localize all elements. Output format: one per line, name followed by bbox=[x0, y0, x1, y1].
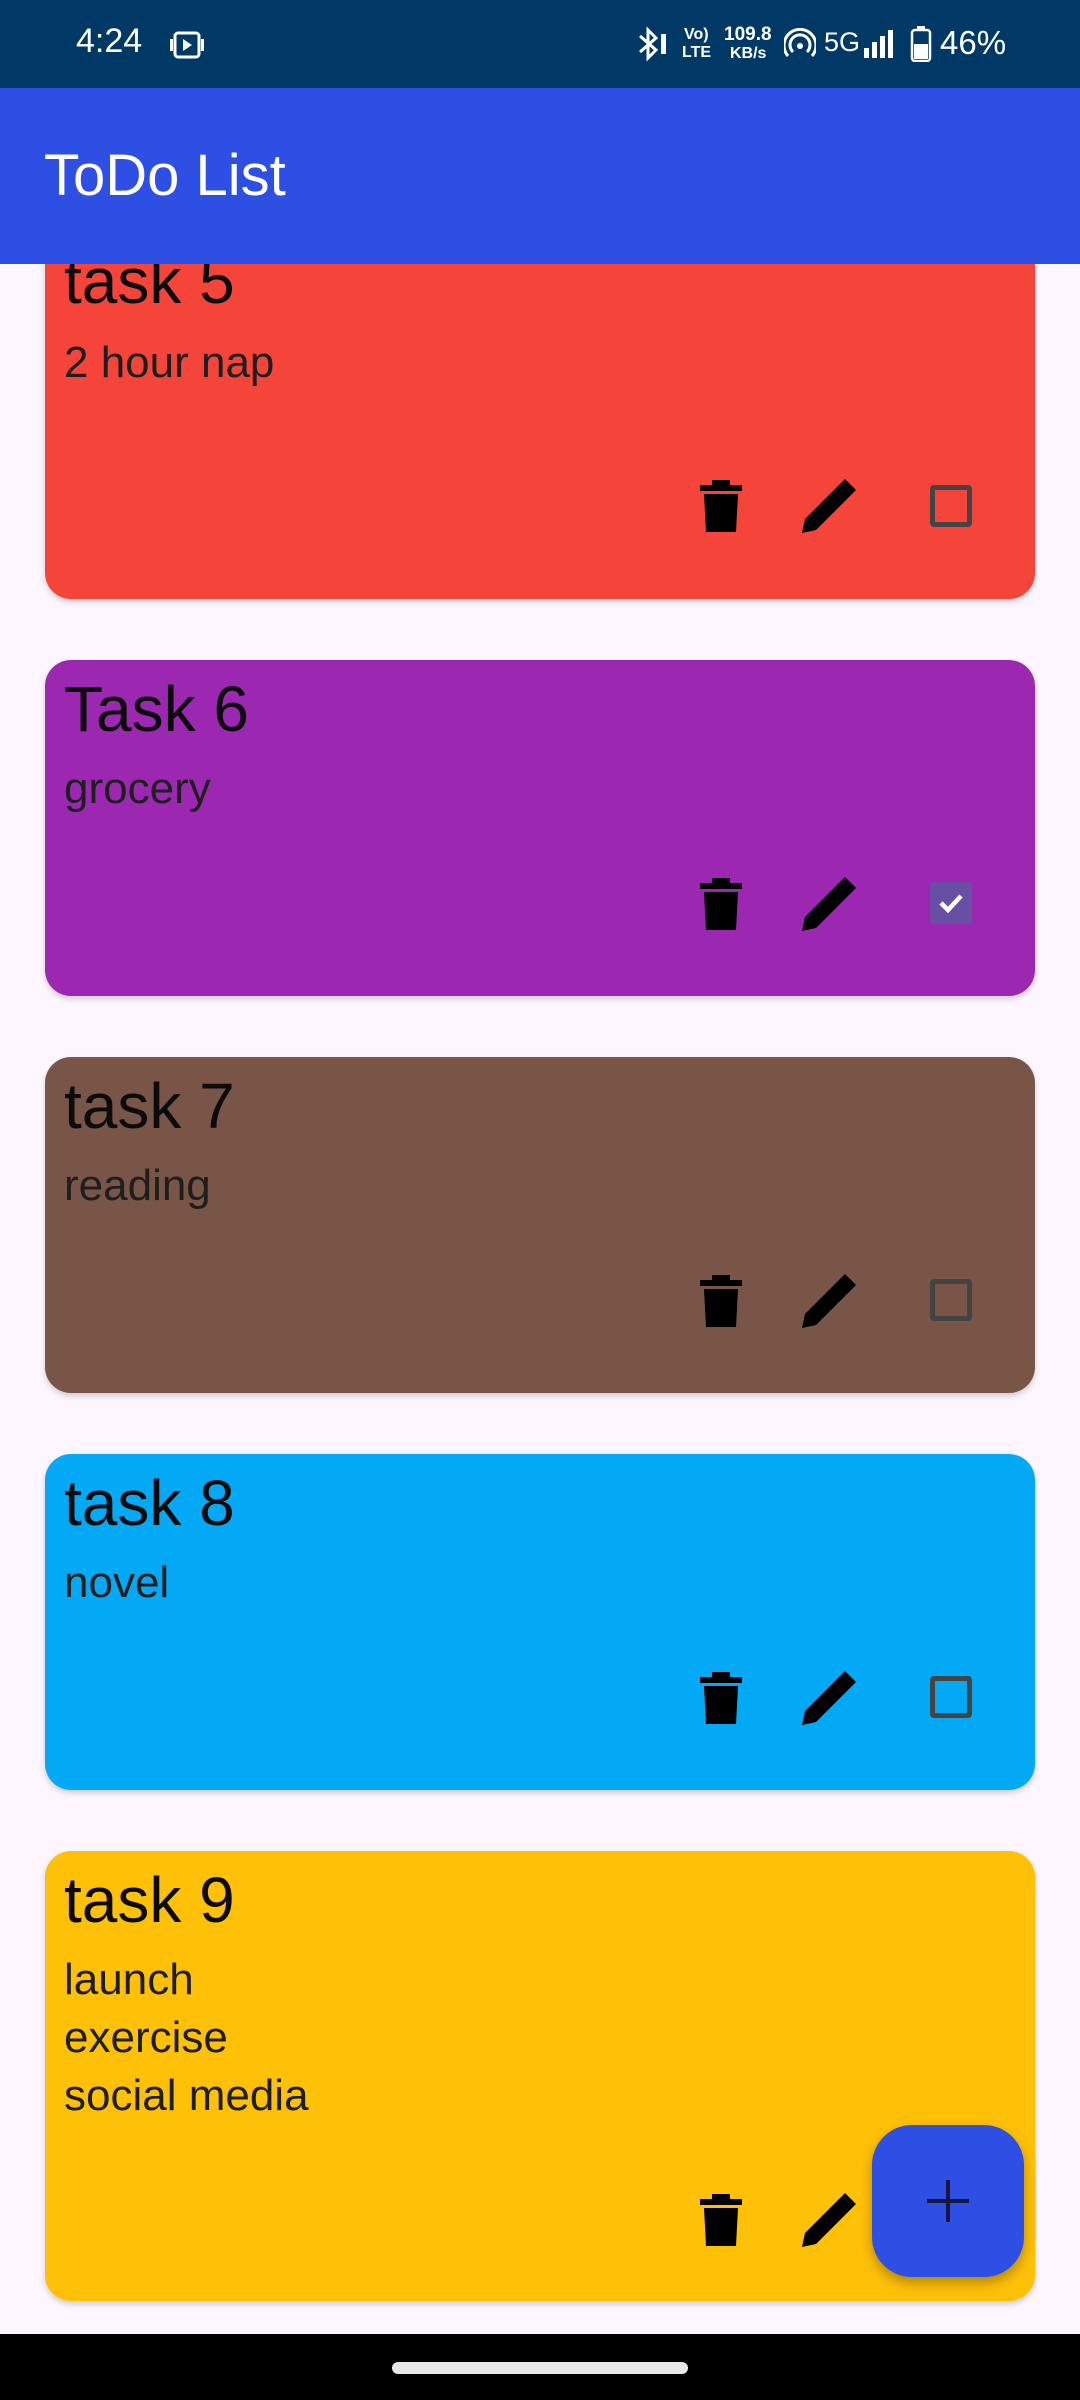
delete-button[interactable] bbox=[689, 1666, 753, 1730]
pencil-icon bbox=[802, 1274, 856, 1328]
delete-button[interactable] bbox=[689, 474, 753, 538]
task-title: task 7 bbox=[64, 1070, 235, 1142]
volte-top: Vo) bbox=[684, 26, 709, 43]
delete-button[interactable] bbox=[689, 2188, 753, 2252]
check-icon bbox=[939, 894, 963, 914]
network-type: 5G bbox=[824, 27, 861, 57]
add-task-button[interactable] bbox=[872, 2125, 1024, 2277]
status-time: 4:24 bbox=[76, 22, 143, 60]
net-speed-unit: KB/s bbox=[730, 45, 767, 62]
hotspot-icon bbox=[784, 28, 816, 57]
edit-button[interactable] bbox=[797, 2188, 861, 2252]
battery-icon bbox=[910, 26, 932, 62]
net-speed-value: 109.8 bbox=[724, 24, 772, 45]
pencil-icon bbox=[802, 1671, 856, 1725]
task-description: launch exercise social media bbox=[64, 1955, 309, 2120]
trash-icon bbox=[700, 480, 742, 532]
trash-icon bbox=[700, 1275, 742, 1327]
edit-button[interactable] bbox=[797, 1269, 861, 1333]
task-title: task 5 bbox=[64, 264, 235, 317]
pencil-icon bbox=[802, 479, 856, 533]
pencil-icon bbox=[802, 2193, 856, 2247]
battery-percent: 46% bbox=[940, 24, 1007, 61]
task-done-checkbox[interactable] bbox=[930, 485, 972, 527]
navigation-bar bbox=[0, 2334, 1080, 2400]
pencil-icon bbox=[802, 877, 856, 931]
signal-icon bbox=[864, 30, 893, 58]
task-done-checkbox[interactable] bbox=[930, 1279, 972, 1321]
task-card[interactable]: task 5 2 hour nap bbox=[45, 264, 1035, 599]
delete-button[interactable] bbox=[689, 872, 753, 936]
edit-button[interactable] bbox=[797, 872, 861, 936]
task-title: task 9 bbox=[64, 1864, 235, 1936]
task-card[interactable]: task 7 reading bbox=[45, 1057, 1035, 1393]
screen: 4:24 Vo) LTE 109.8 KB/s 5G 46% ToDo List… bbox=[0, 0, 1080, 2400]
edit-button[interactable] bbox=[797, 474, 861, 538]
app-title: ToDo List bbox=[44, 143, 286, 208]
home-gesture-handle[interactable] bbox=[392, 2362, 688, 2374]
task-list[interactable]: task 5 2 hour nap Task 6 grocery task 7 … bbox=[0, 264, 1080, 2334]
task-description: grocery bbox=[64, 764, 211, 813]
trash-icon bbox=[700, 1672, 742, 1724]
task-description: reading bbox=[64, 1161, 211, 1210]
task-description: novel bbox=[64, 1558, 170, 1607]
plus-icon bbox=[927, 2180, 969, 2222]
trash-icon bbox=[700, 878, 742, 930]
trash-icon bbox=[700, 2194, 742, 2246]
task-title: task 8 bbox=[64, 1467, 235, 1539]
screen-record-icon bbox=[170, 31, 204, 59]
delete-button[interactable] bbox=[689, 1269, 753, 1333]
task-card[interactable]: task 8 novel bbox=[45, 1454, 1035, 1790]
task-done-checkbox[interactable] bbox=[930, 1676, 972, 1718]
task-done-checkbox[interactable] bbox=[930, 882, 972, 924]
app-bar: ToDo List bbox=[0, 88, 1080, 264]
task-card[interactable]: Task 6 grocery bbox=[45, 660, 1035, 996]
bluetooth-icon bbox=[639, 26, 666, 62]
volte-bottom: LTE bbox=[682, 44, 712, 61]
status-bar: 4:24 Vo) LTE 109.8 KB/s 5G 46% bbox=[0, 0, 1080, 88]
task-description: 2 hour nap bbox=[64, 338, 275, 387]
task-title: Task 6 bbox=[64, 673, 249, 745]
edit-button[interactable] bbox=[797, 1666, 861, 1730]
